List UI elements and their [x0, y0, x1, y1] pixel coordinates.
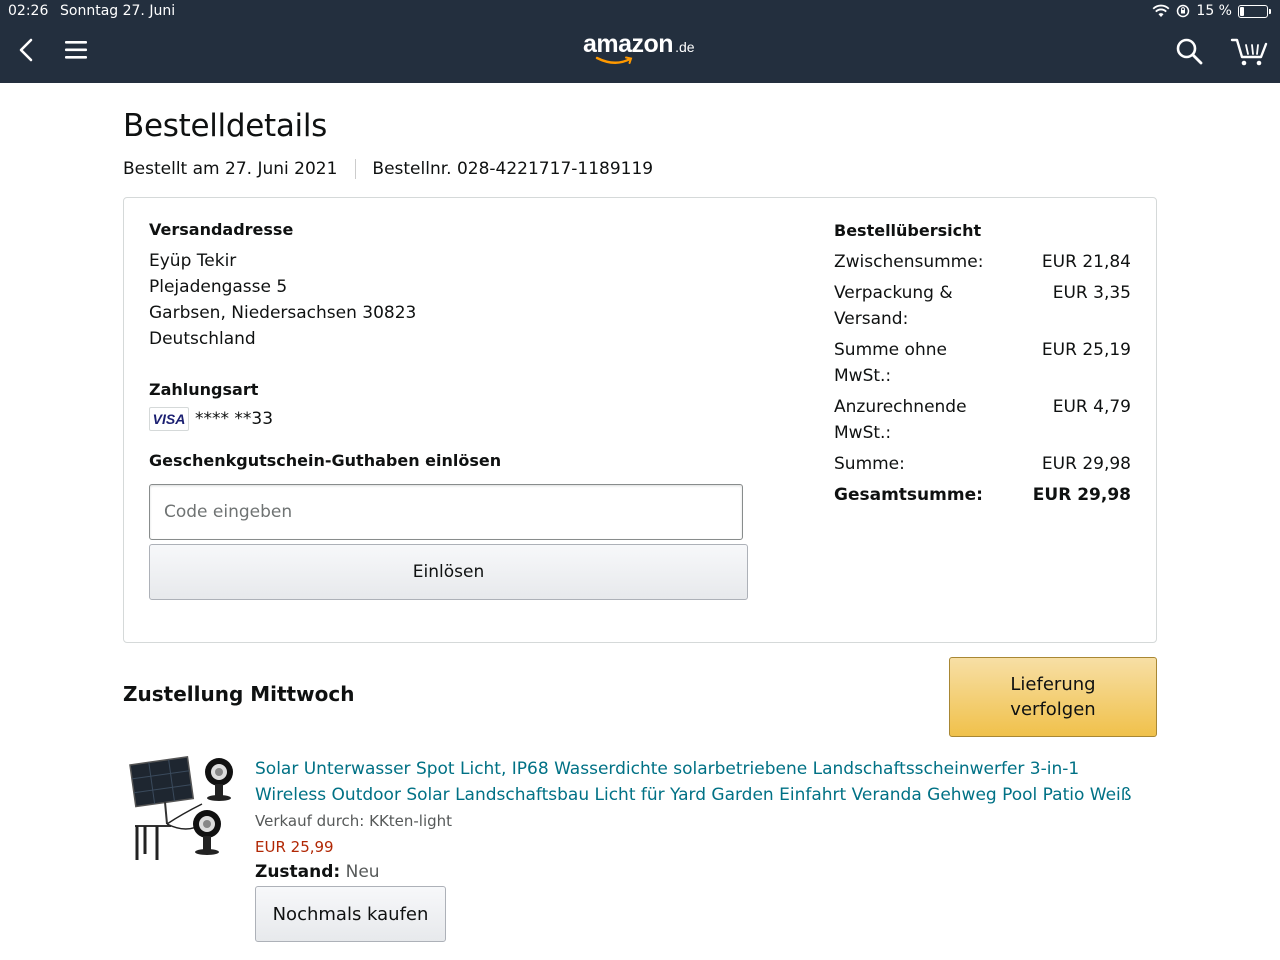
order-meta: Bestellt am 27. Juni 2021 Bestellnr. 028…	[123, 159, 653, 179]
app-header: 02:26 Sonntag 27. Juni 15 % amazon .de	[0, 0, 1280, 83]
summary-label: Gesamtsumme:	[834, 485, 983, 505]
status-right: 15 %	[1152, 3, 1271, 19]
summary-row-shipping: Verpackung & Versand: EUR 3,35	[834, 280, 1131, 332]
summary-label: Summe:	[834, 454, 905, 474]
condition-label: Zustand:	[255, 862, 341, 882]
gift-code-input[interactable]	[149, 484, 743, 540]
summary-value: EUR 29,98	[1032, 485, 1131, 505]
track-package-button[interactable]: Lieferung verfolgen	[949, 657, 1157, 737]
summary-row-net: Summe ohne MwSt.: EUR 25,19	[834, 337, 1131, 389]
shipping-heading: Versandadresse	[149, 220, 294, 239]
summary-row-total: Summe: EUR 29,98	[834, 451, 1131, 477]
summary-row-vat: Anzurechnende MwSt.: EUR 4,79	[834, 394, 1131, 446]
payment-method: VISA **** **33	[149, 407, 273, 431]
logo-word: amazon	[583, 30, 674, 58]
gift-card-heading: Geschenkgutschein-Guthaben einlösen	[149, 451, 502, 470]
status-date: Sonntag 27. Juni	[60, 3, 176, 19]
order-details-card: Versandadresse Eyüp Tekir Plejadengasse …	[123, 197, 1157, 643]
back-icon[interactable]	[14, 36, 42, 64]
summary-heading: Bestellübersicht	[834, 221, 982, 240]
address-street: Plejadengasse 5	[149, 277, 288, 297]
battery-icon	[1238, 4, 1271, 18]
card-digits: **** **33	[195, 409, 274, 429]
status-bar: 02:26 Sonntag 27. Juni 15 %	[0, 0, 1280, 24]
summary-value: EUR 3,35	[1052, 283, 1131, 303]
visa-card-icon: VISA	[149, 407, 189, 431]
delivery-heading: Zustellung Mittwoch	[123, 682, 355, 706]
address-name: Eyüp Tekir	[149, 251, 237, 271]
product-image[interactable]	[127, 754, 242, 864]
product-title-link[interactable]: Solar Unterwasser Spot Licht, IP68 Wasse…	[255, 756, 1145, 808]
payment-heading: Zahlungsart	[149, 380, 259, 399]
product-condition: Zustand: Neu	[255, 862, 380, 882]
buy-again-button[interactable]: Nochmals kaufen	[255, 886, 446, 942]
summary-label: Summe ohne MwSt.:	[834, 340, 947, 386]
address-city: Garbsen, Niedersachsen 30823	[149, 303, 417, 323]
address-country: Deutschland	[149, 329, 256, 349]
summary-value: EUR 4,79	[1052, 397, 1131, 417]
menu-icon[interactable]	[62, 36, 90, 64]
condition-value: Neu	[345, 862, 380, 882]
order-summary: Bestellübersicht Zwischensumme: EUR 21,8…	[834, 218, 1131, 513]
battery-percent: 15 %	[1196, 3, 1232, 19]
summary-label: Anzurechnende MwSt.:	[834, 397, 967, 443]
order-date: Bestellt am 27. Juni 2021	[123, 159, 338, 179]
summary-row-grand-total: Gesamtsumme: EUR 29,98	[834, 482, 1131, 508]
summary-label: Verpackung & Versand:	[834, 283, 953, 329]
product-price: EUR 25,99	[255, 838, 334, 856]
logo-smile-icon	[595, 56, 633, 64]
page-title: Bestelldetails	[123, 108, 328, 144]
amazon-logo[interactable]: amazon .de	[583, 30, 695, 64]
summary-value: EUR 25,19	[1041, 340, 1131, 360]
summary-label: Zwischensumme:	[834, 252, 984, 272]
shipping-address: Eyüp Tekir Plejadengasse 5 Garbsen, Nied…	[149, 248, 416, 352]
redeem-button[interactable]: Einlösen	[149, 544, 748, 600]
summary-value: EUR 21,84	[1041, 252, 1131, 272]
order-number: Bestellnr. 028-4221717-1189119	[372, 159, 654, 179]
cart-icon[interactable]	[1230, 35, 1270, 67]
summary-row-subtotal: Zwischensumme: EUR 21,84	[834, 249, 1131, 275]
status-time: 02:26	[8, 3, 49, 19]
search-icon[interactable]	[1174, 36, 1204, 66]
logo-tld: .de	[675, 39, 695, 55]
product-seller: Verkauf durch: KKten-light	[255, 812, 453, 830]
wifi-icon	[1152, 4, 1170, 17]
order-meta-divider	[355, 159, 357, 179]
orientation-lock-icon	[1177, 4, 1190, 18]
summary-value: EUR 29,98	[1041, 454, 1131, 474]
